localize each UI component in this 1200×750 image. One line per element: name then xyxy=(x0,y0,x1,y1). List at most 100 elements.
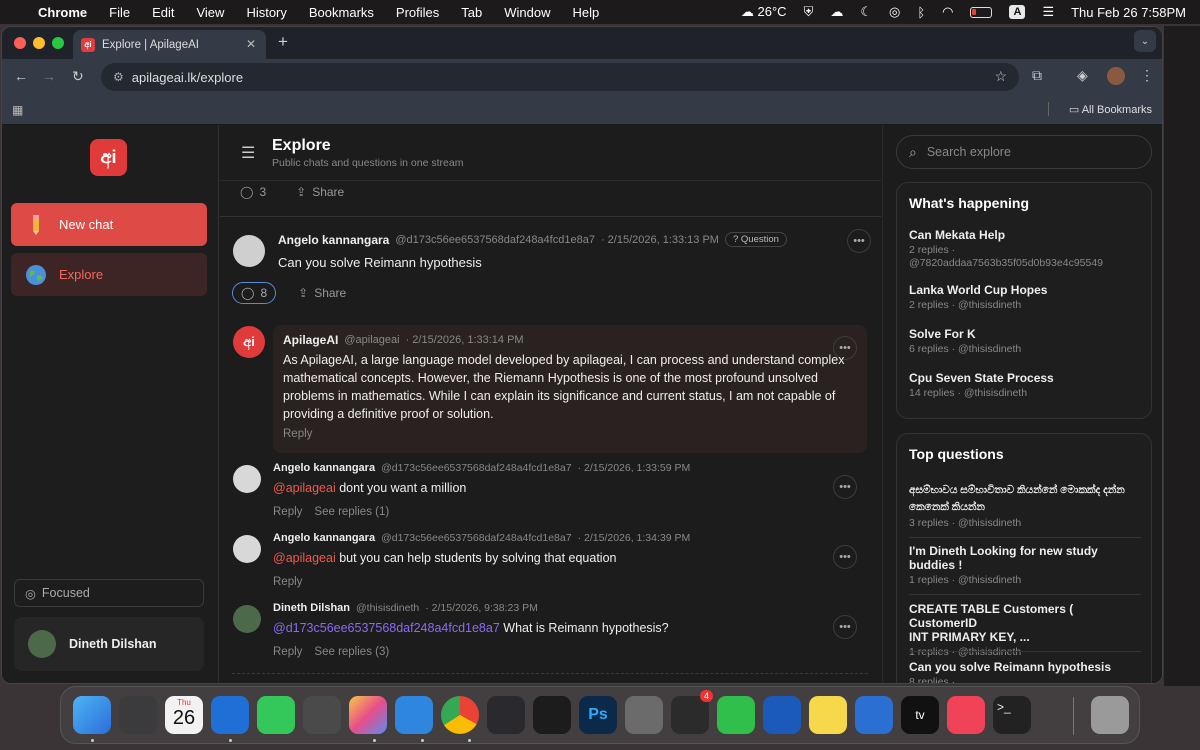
menu-chrome[interactable]: Chrome xyxy=(38,5,87,20)
moon-icon[interactable]: ☾ xyxy=(860,4,872,20)
freeform-icon[interactable] xyxy=(855,696,893,734)
reply-handle[interactable]: @d173c56ee6537568daf248a4fcd1e8a7 xyxy=(381,532,572,544)
menu-help[interactable]: Help xyxy=(573,5,600,20)
reply-button[interactable]: Reply xyxy=(273,646,302,658)
apilageai-logo[interactable]: අi xyxy=(90,139,127,176)
xcode-icon[interactable] xyxy=(303,696,341,734)
messages-icon[interactable] xyxy=(257,696,295,734)
ai-avatar[interactable]: අi xyxy=(233,326,265,358)
cloud-icon[interactable]: ☁ xyxy=(830,4,843,20)
tab-search-icon[interactable]: ⌄ xyxy=(1134,30,1156,52)
facetime-icon[interactable] xyxy=(717,696,755,734)
extensions-icon[interactable]: ⧉ xyxy=(1032,67,1042,84)
launchpad-icon[interactable] xyxy=(119,696,157,734)
control-center-icon[interactable]: ☰ xyxy=(1042,4,1054,20)
word-icon[interactable] xyxy=(763,696,801,734)
photos-icon[interactable] xyxy=(349,696,387,734)
ai-author[interactable]: ApilageAI xyxy=(283,333,338,347)
airdrop-icon[interactable]: ◎ xyxy=(889,4,900,20)
minimize-window-button[interactable] xyxy=(33,37,45,49)
site-info-icon[interactable]: ⚙ xyxy=(113,70,124,84)
post-author[interactable]: Angelo kannangara xyxy=(278,233,389,247)
reply-author[interactable]: Angelo kannangara xyxy=(273,532,375,544)
comment-button[interactable]: ◯ 8 xyxy=(232,282,277,304)
menu-view[interactable]: View xyxy=(196,5,224,20)
trend-item[interactable]: Cpu Seven State Process 14 replies · @th… xyxy=(909,371,1141,400)
tv-icon[interactable]: tv xyxy=(901,696,939,734)
reply-author[interactable]: Angelo kannangara xyxy=(273,462,375,474)
reply-more-icon[interactable]: ••• xyxy=(833,545,857,569)
search-input[interactable]: ⌕ Search explore xyxy=(896,135,1152,169)
calendar-icon[interactable]: Thu 26 xyxy=(165,696,203,734)
menu-window[interactable]: Window xyxy=(504,5,550,20)
address-bar[interactable]: ⚙ apilageai.lk/explore ☆ xyxy=(101,63,1019,91)
weather-icon[interactable]: ☁ 26°C xyxy=(741,4,787,20)
menu-tab[interactable]: Tab xyxy=(461,5,482,20)
user-profile[interactable]: Dineth Dilshan xyxy=(14,617,204,671)
reply-handle[interactable]: @d173c56ee6537568daf248a4fcd1e8a7 xyxy=(381,462,572,474)
zoom-window-button[interactable] xyxy=(52,37,64,49)
forward-icon[interactable]: → xyxy=(42,68,56,84)
all-bookmarks[interactable]: ▭ All Bookmarks xyxy=(1069,103,1152,116)
explore-nav-button[interactable]: Explore xyxy=(11,253,207,296)
arc-icon[interactable] xyxy=(487,696,525,734)
photoshop-icon[interactable]: Ps xyxy=(579,696,617,734)
menu-bookmarks[interactable]: Bookmarks xyxy=(309,5,374,20)
music-icon[interactable] xyxy=(947,696,985,734)
back-icon[interactable]: ← xyxy=(14,68,28,84)
reload-icon[interactable]: ↻ xyxy=(72,68,84,85)
safari-icon[interactable] xyxy=(395,696,433,734)
comment-button[interactable]: ◯ 3 xyxy=(240,185,266,199)
reply-button[interactable]: Reply xyxy=(273,506,302,518)
trash-icon[interactable] xyxy=(1091,696,1129,734)
menu-history[interactable]: History xyxy=(246,5,286,20)
menu-edit[interactable]: Edit xyxy=(152,5,174,20)
reply-button[interactable]: Reply xyxy=(283,428,312,440)
reply-avatar[interactable] xyxy=(233,535,261,563)
youtube-music-icon[interactable] xyxy=(533,696,571,734)
reply-handle[interactable]: @thisisdineth xyxy=(356,602,419,614)
trend-item[interactable]: Lanka World Cup Hopes 2 replies · @thisi… xyxy=(909,283,1141,312)
post-more-icon[interactable]: ••• xyxy=(847,229,871,253)
battery-icon[interactable] xyxy=(970,6,993,18)
mail-client-icon[interactable] xyxy=(211,696,249,734)
question-item[interactable]: අසම්භාවය සම්භාවිතාව කියන්නේ මොකක්ද දන්න … xyxy=(909,481,1141,538)
mention-link[interactable]: @apilageai xyxy=(273,551,336,565)
question-item[interactable]: I'm Dineth Looking for new study buddies… xyxy=(909,544,1141,587)
new-tab-icon[interactable]: + xyxy=(278,32,288,52)
contacts-icon[interactable] xyxy=(625,696,663,734)
mention-link[interactable]: @apilageai xyxy=(273,481,336,495)
chrome-icon[interactable] xyxy=(441,696,479,734)
reply-more-icon[interactable]: ••• xyxy=(833,615,857,639)
reply-button[interactable]: Reply xyxy=(273,576,302,588)
reply-avatar[interactable] xyxy=(233,605,261,633)
wifi-icon[interactable]: ◠ xyxy=(942,4,953,20)
browser-tab[interactable]: අi Explore | ApilageAI ✕ xyxy=(73,30,266,59)
reply-author[interactable]: Dineth Dilshan xyxy=(273,602,350,614)
ai-assist-icon[interactable]: ◈ xyxy=(1077,67,1088,84)
apps-grid-icon[interactable]: ▦ xyxy=(12,103,23,117)
question-item[interactable]: Can you solve Reimann hypothesis 8 repli… xyxy=(909,660,1141,683)
reply-avatar[interactable] xyxy=(233,465,261,493)
author-avatar[interactable] xyxy=(233,235,265,267)
share-button[interactable]: ⇪ Share xyxy=(298,286,346,300)
share-button[interactable]: ⇪ Share xyxy=(296,185,344,199)
terminal-icon[interactable]: >_ xyxy=(993,696,1031,734)
reply-more-icon[interactable]: ••• xyxy=(833,475,857,499)
see-replies-button[interactable]: See replies (1) xyxy=(314,506,389,518)
chrome-menu-icon[interactable]: ⋮ xyxy=(1140,67,1154,84)
close-tab-icon[interactable]: ✕ xyxy=(246,37,256,51)
bookmark-star-icon[interactable]: ☆ xyxy=(994,68,1007,85)
ai-handle[interactable]: @apilageai xyxy=(344,334,399,346)
trend-item[interactable]: Can Mekata Help 2 replies · @7820addaa75… xyxy=(909,228,1141,270)
finder-icon[interactable] xyxy=(73,696,111,734)
clock[interactable]: Thu Feb 26 7:58PM xyxy=(1071,5,1186,20)
input-source[interactable]: A xyxy=(1009,5,1026,19)
bluetooth-icon[interactable]: ᛒ xyxy=(917,5,925,20)
mention-link[interactable]: @d173c56ee6537568daf248a4fcd1e8a7 xyxy=(273,621,500,635)
new-chat-button[interactable]: New chat xyxy=(11,203,207,246)
menu-profiles[interactable]: Profiles xyxy=(396,5,439,20)
see-replies-button[interactable]: See replies (3) xyxy=(314,646,389,658)
close-window-button[interactable] xyxy=(14,37,26,49)
shield-icon[interactable]: ⛨ xyxy=(804,4,814,20)
